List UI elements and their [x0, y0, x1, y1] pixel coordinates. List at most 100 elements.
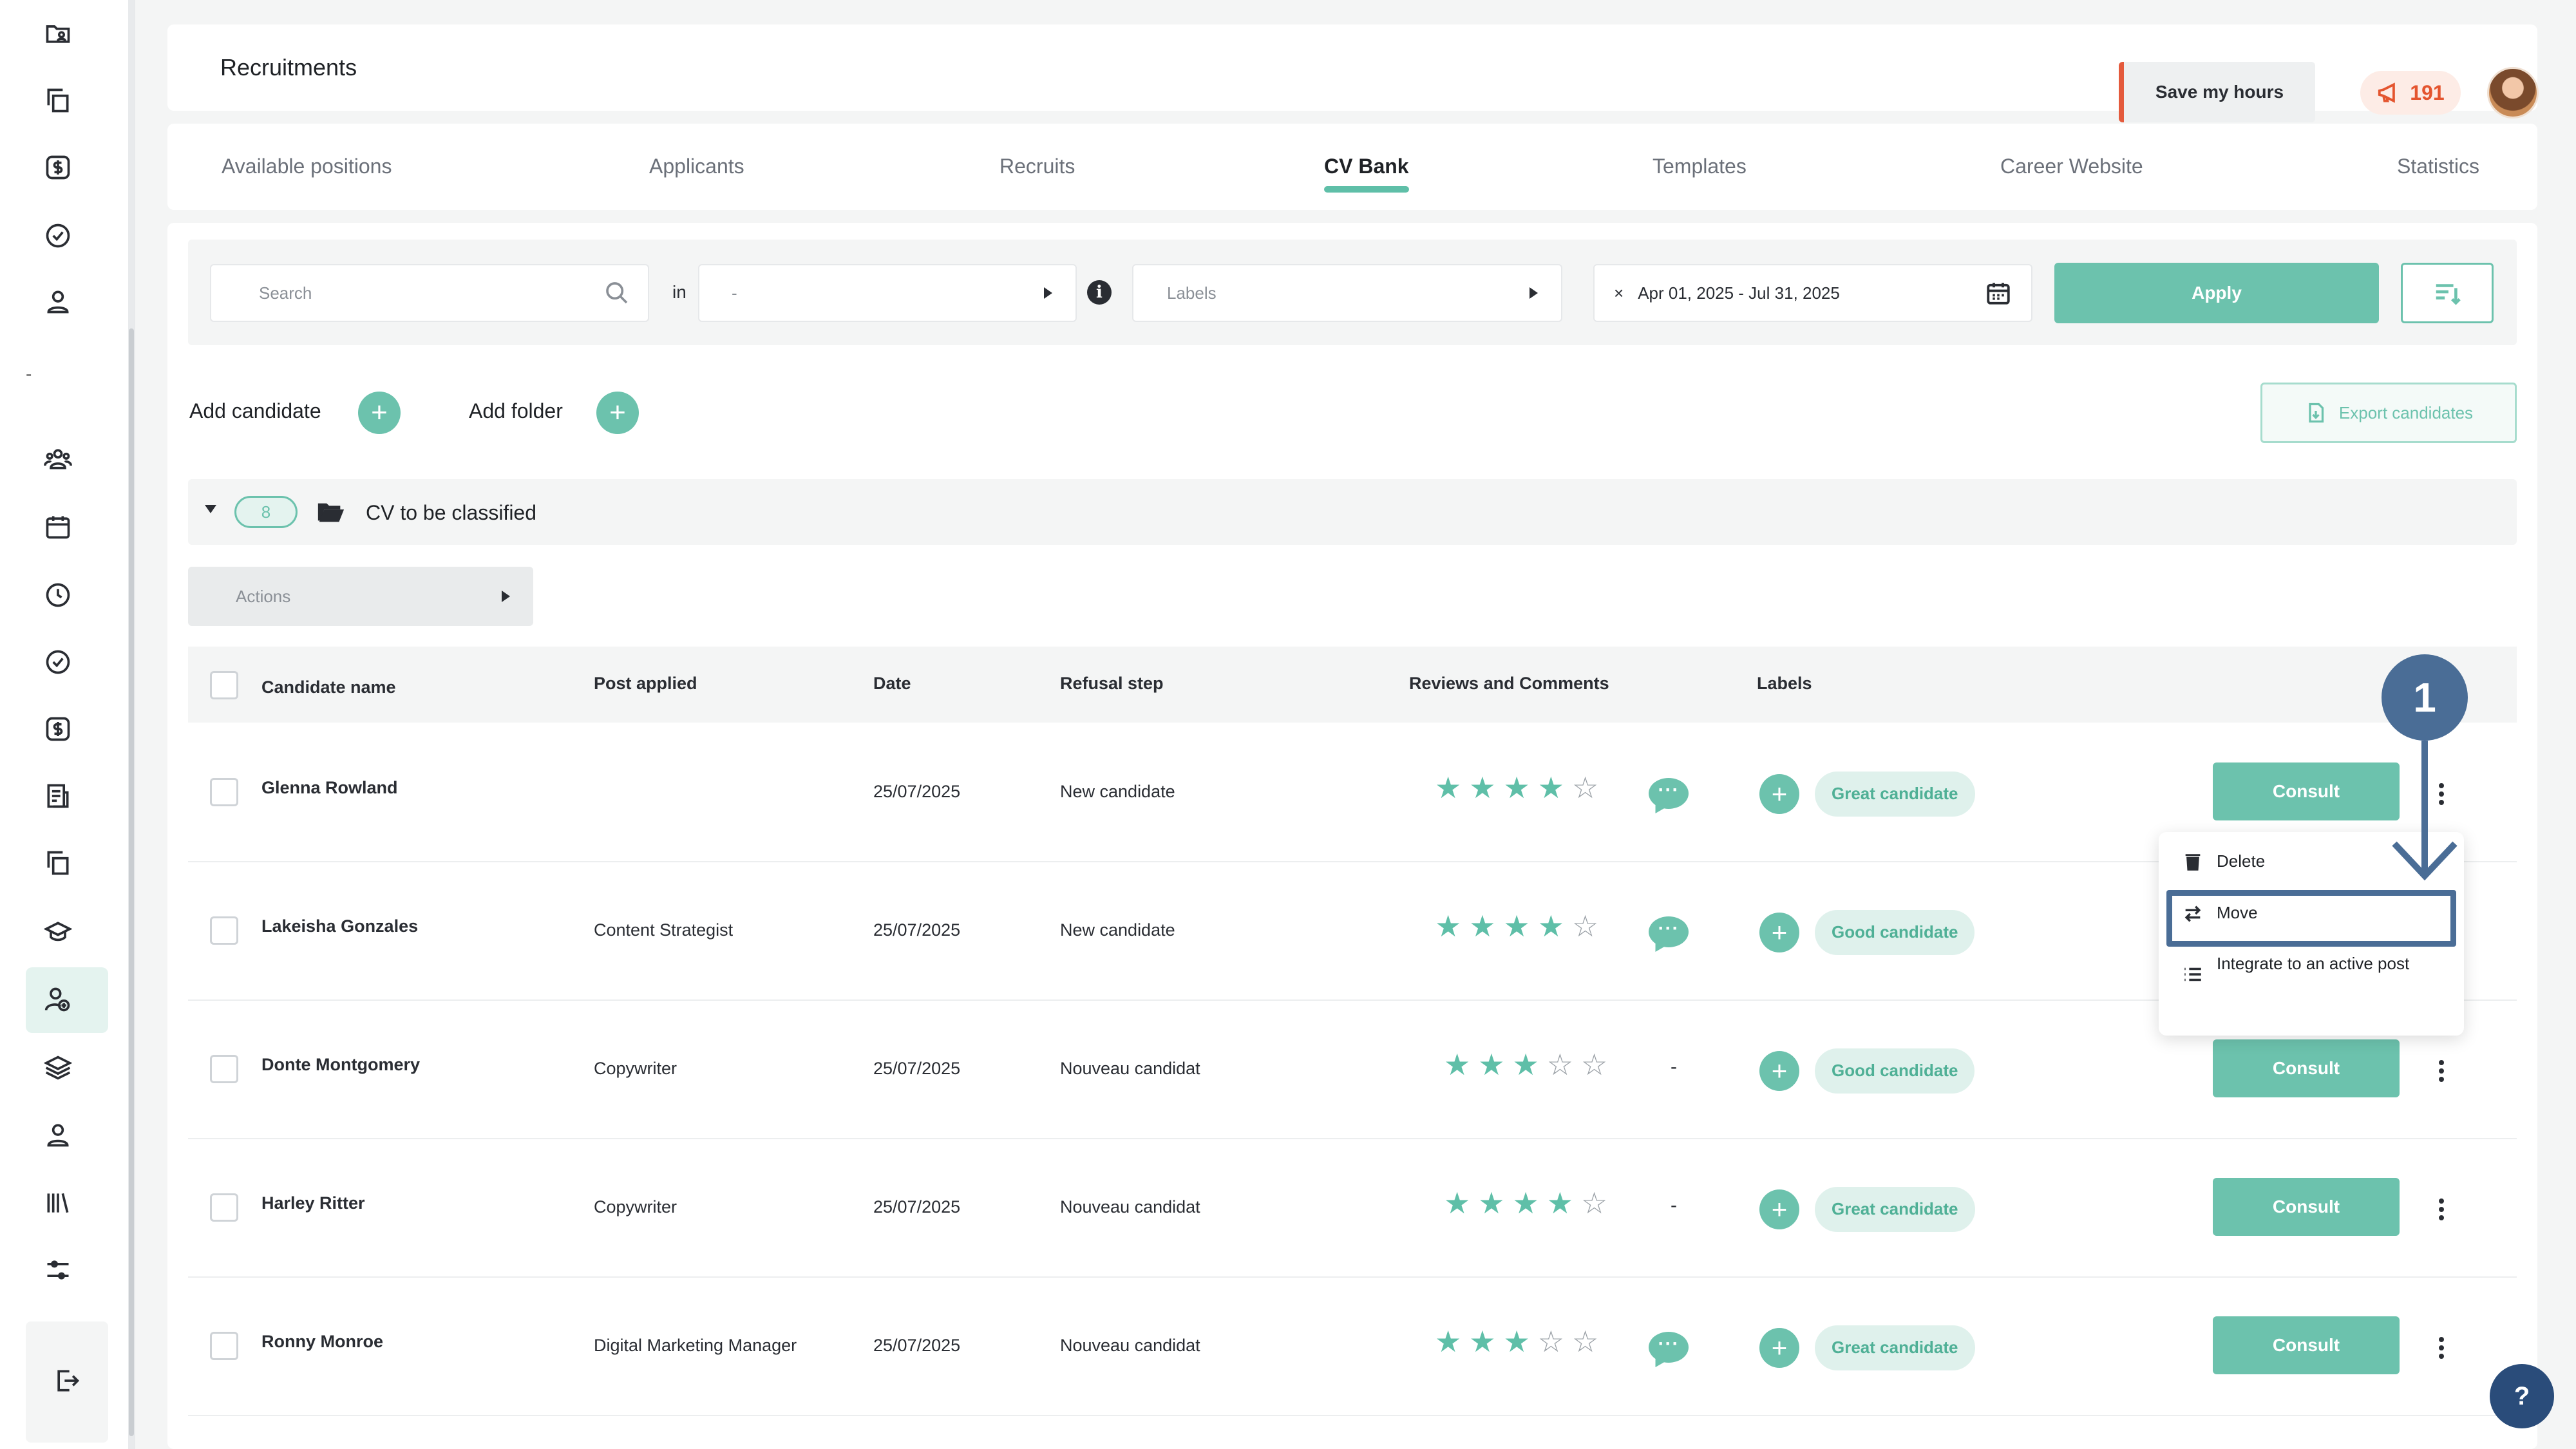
star-empty-icon[interactable]: ☆ [1572, 1327, 1598, 1356]
recruitment-icon[interactable] [39, 980, 77, 1019]
tab-templates[interactable]: Templates [1653, 155, 1747, 178]
tab-available-positions[interactable]: Available positions [222, 155, 392, 178]
folder-user-icon[interactable] [39, 14, 77, 53]
tab-cv-bank[interactable]: CV Bank [1324, 155, 1409, 193]
user-icon[interactable] [39, 1115, 77, 1154]
tab-career-website[interactable]: Career Website [2000, 155, 2143, 178]
notifications-button[interactable]: 191 [2360, 71, 2461, 115]
star-filled-icon[interactable]: ★ [1504, 911, 1530, 941]
tab-recruits[interactable]: Recruits [999, 155, 1075, 178]
scope-dropdown[interactable]: - [698, 264, 1077, 322]
consult-button[interactable]: Consult [2213, 1039, 2400, 1097]
tab-applicants[interactable]: Applicants [649, 155, 744, 178]
export-candidates-button[interactable]: Export candidates [2260, 383, 2517, 443]
column-candidate-name[interactable]: Candidate name [261, 677, 396, 697]
bulk-actions-dropdown[interactable]: Actions [188, 567, 533, 626]
candidate-name[interactable]: Lakeisha Gonzales [261, 916, 418, 936]
star-filled-icon[interactable]: ★ [1444, 1050, 1470, 1079]
sliders-icon[interactable] [39, 1251, 77, 1289]
document-icon[interactable] [39, 777, 77, 815]
row-more-options-icon[interactable] [2432, 1332, 2451, 1364]
star-filled-icon[interactable]: ★ [1469, 773, 1495, 802]
star-filled-icon[interactable]: ★ [1435, 1327, 1461, 1356]
graduation-icon[interactable] [39, 913, 77, 952]
language-selector[interactable]: EN ⌄ [2568, 67, 2576, 118]
star-rating[interactable]: ★ ★ ★ ★ ☆ [1435, 773, 1598, 802]
row-checkbox[interactable] [210, 777, 238, 806]
star-rating[interactable]: ★ ★ ★ ★ ☆ [1435, 911, 1598, 941]
consult-button[interactable]: Consult [2213, 1177, 2400, 1236]
star-filled-icon[interactable]: ★ [1435, 911, 1461, 941]
star-filled-icon[interactable]: ★ [1469, 911, 1495, 941]
column-refusal-step[interactable]: Refusal step [1060, 674, 1164, 694]
candidate-label-chip[interactable]: Great candidate [1815, 1325, 1975, 1370]
star-filled-icon[interactable]: ★ [1547, 1188, 1573, 1218]
star-filled-icon[interactable]: ★ [1538, 773, 1564, 802]
add-folder-button[interactable]: + [596, 392, 639, 434]
tab-statistics[interactable]: Statistics [2397, 155, 2479, 178]
star-filled-icon[interactable]: ★ [1504, 1327, 1530, 1356]
info-icon[interactable]: i [1087, 280, 1112, 305]
library-icon[interactable] [39, 1184, 77, 1222]
clock-icon[interactable] [39, 576, 77, 614]
candidate-name[interactable]: Harley Ritter [261, 1193, 365, 1213]
menu-item-delete[interactable]: Delete [2182, 851, 2265, 873]
add-label-button[interactable]: + [1759, 773, 1799, 814]
help-button[interactable]: ? [2490, 1364, 2554, 1428]
candidate-name[interactable]: Ronny Monroe [261, 1332, 383, 1352]
add-candidate-label[interactable]: Add candidate [189, 399, 321, 423]
star-empty-icon[interactable]: ☆ [1581, 1188, 1607, 1218]
star-filled-icon[interactable]: ★ [1469, 1327, 1495, 1356]
comment-bubble-icon[interactable] [1649, 916, 1689, 947]
candidate-label-chip[interactable]: Great candidate [1815, 1186, 1975, 1232]
row-more-options-icon[interactable] [2432, 1193, 2451, 1226]
search-input[interactable]: Search [210, 264, 649, 322]
candidate-name[interactable]: Donte Montgomery [261, 1055, 420, 1075]
check-circle-icon[interactable] [39, 216, 77, 255]
sidebar-scrollbar-thumb[interactable] [129, 328, 134, 1436]
star-empty-icon[interactable]: ☆ [1572, 773, 1598, 802]
star-rating[interactable]: ★ ★ ★ ☆ ☆ [1435, 1327, 1598, 1356]
star-filled-icon[interactable]: ★ [1435, 773, 1461, 802]
sidebar-scrollbar[interactable] [128, 0, 135, 1449]
star-rating[interactable]: ★ ★ ★ ☆ ☆ [1444, 1050, 1607, 1079]
date-range-picker[interactable]: × Apr 01, 2025 - Jul 31, 2025 [1593, 264, 2032, 322]
copy-icon[interactable] [39, 81, 77, 120]
add-label-button[interactable]: + [1759, 1050, 1799, 1091]
add-folder-label[interactable]: Add folder [469, 399, 563, 423]
clear-date-icon[interactable]: × [1614, 283, 1624, 303]
consult-button[interactable]: Consult [2213, 762, 2400, 820]
star-filled-icon[interactable]: ★ [1504, 773, 1530, 802]
sort-button[interactable] [2401, 263, 2494, 323]
check-circle-icon[interactable] [39, 643, 77, 681]
star-empty-icon[interactable]: ☆ [1572, 911, 1598, 941]
add-label-button[interactable]: + [1759, 912, 1799, 952]
user-icon[interactable] [39, 282, 77, 321]
add-label-button[interactable]: + [1759, 1189, 1799, 1229]
collapse-caret-icon[interactable] [205, 505, 216, 513]
row-checkbox[interactable] [210, 916, 238, 945]
row-checkbox[interactable] [210, 1193, 238, 1222]
select-all-checkbox[interactable] [210, 671, 238, 699]
save-my-hours-button[interactable]: Save my hours [2119, 62, 2315, 122]
candidate-label-chip[interactable]: Good candidate [1815, 1048, 1975, 1094]
star-filled-icon[interactable]: ★ [1513, 1050, 1539, 1079]
user-avatar[interactable] [2487, 67, 2539, 118]
folder-row[interactable] [188, 479, 2517, 545]
star-rating[interactable]: ★ ★ ★ ★ ☆ [1444, 1188, 1607, 1218]
dollar-icon[interactable] [39, 710, 77, 748]
add-label-button[interactable]: + [1759, 1327, 1799, 1368]
row-checkbox[interactable] [210, 1331, 238, 1360]
column-post-applied[interactable]: Post applied [594, 674, 697, 694]
candidate-name[interactable]: Glenna Rowland [261, 778, 398, 798]
row-checkbox[interactable] [210, 1054, 238, 1083]
star-filled-icon[interactable]: ★ [1478, 1050, 1504, 1079]
consult-button[interactable]: Consult [2213, 1316, 2400, 1374]
team-icon[interactable] [39, 439, 77, 478]
comment-bubble-icon[interactable] [1649, 1331, 1689, 1363]
row-more-options-icon[interactable] [2432, 1055, 2451, 1087]
comment-bubble-icon[interactable] [1649, 777, 1689, 809]
column-labels[interactable]: Labels [1757, 674, 1812, 694]
star-filled-icon[interactable]: ★ [1538, 911, 1564, 941]
star-empty-icon[interactable]: ☆ [1547, 1050, 1573, 1079]
